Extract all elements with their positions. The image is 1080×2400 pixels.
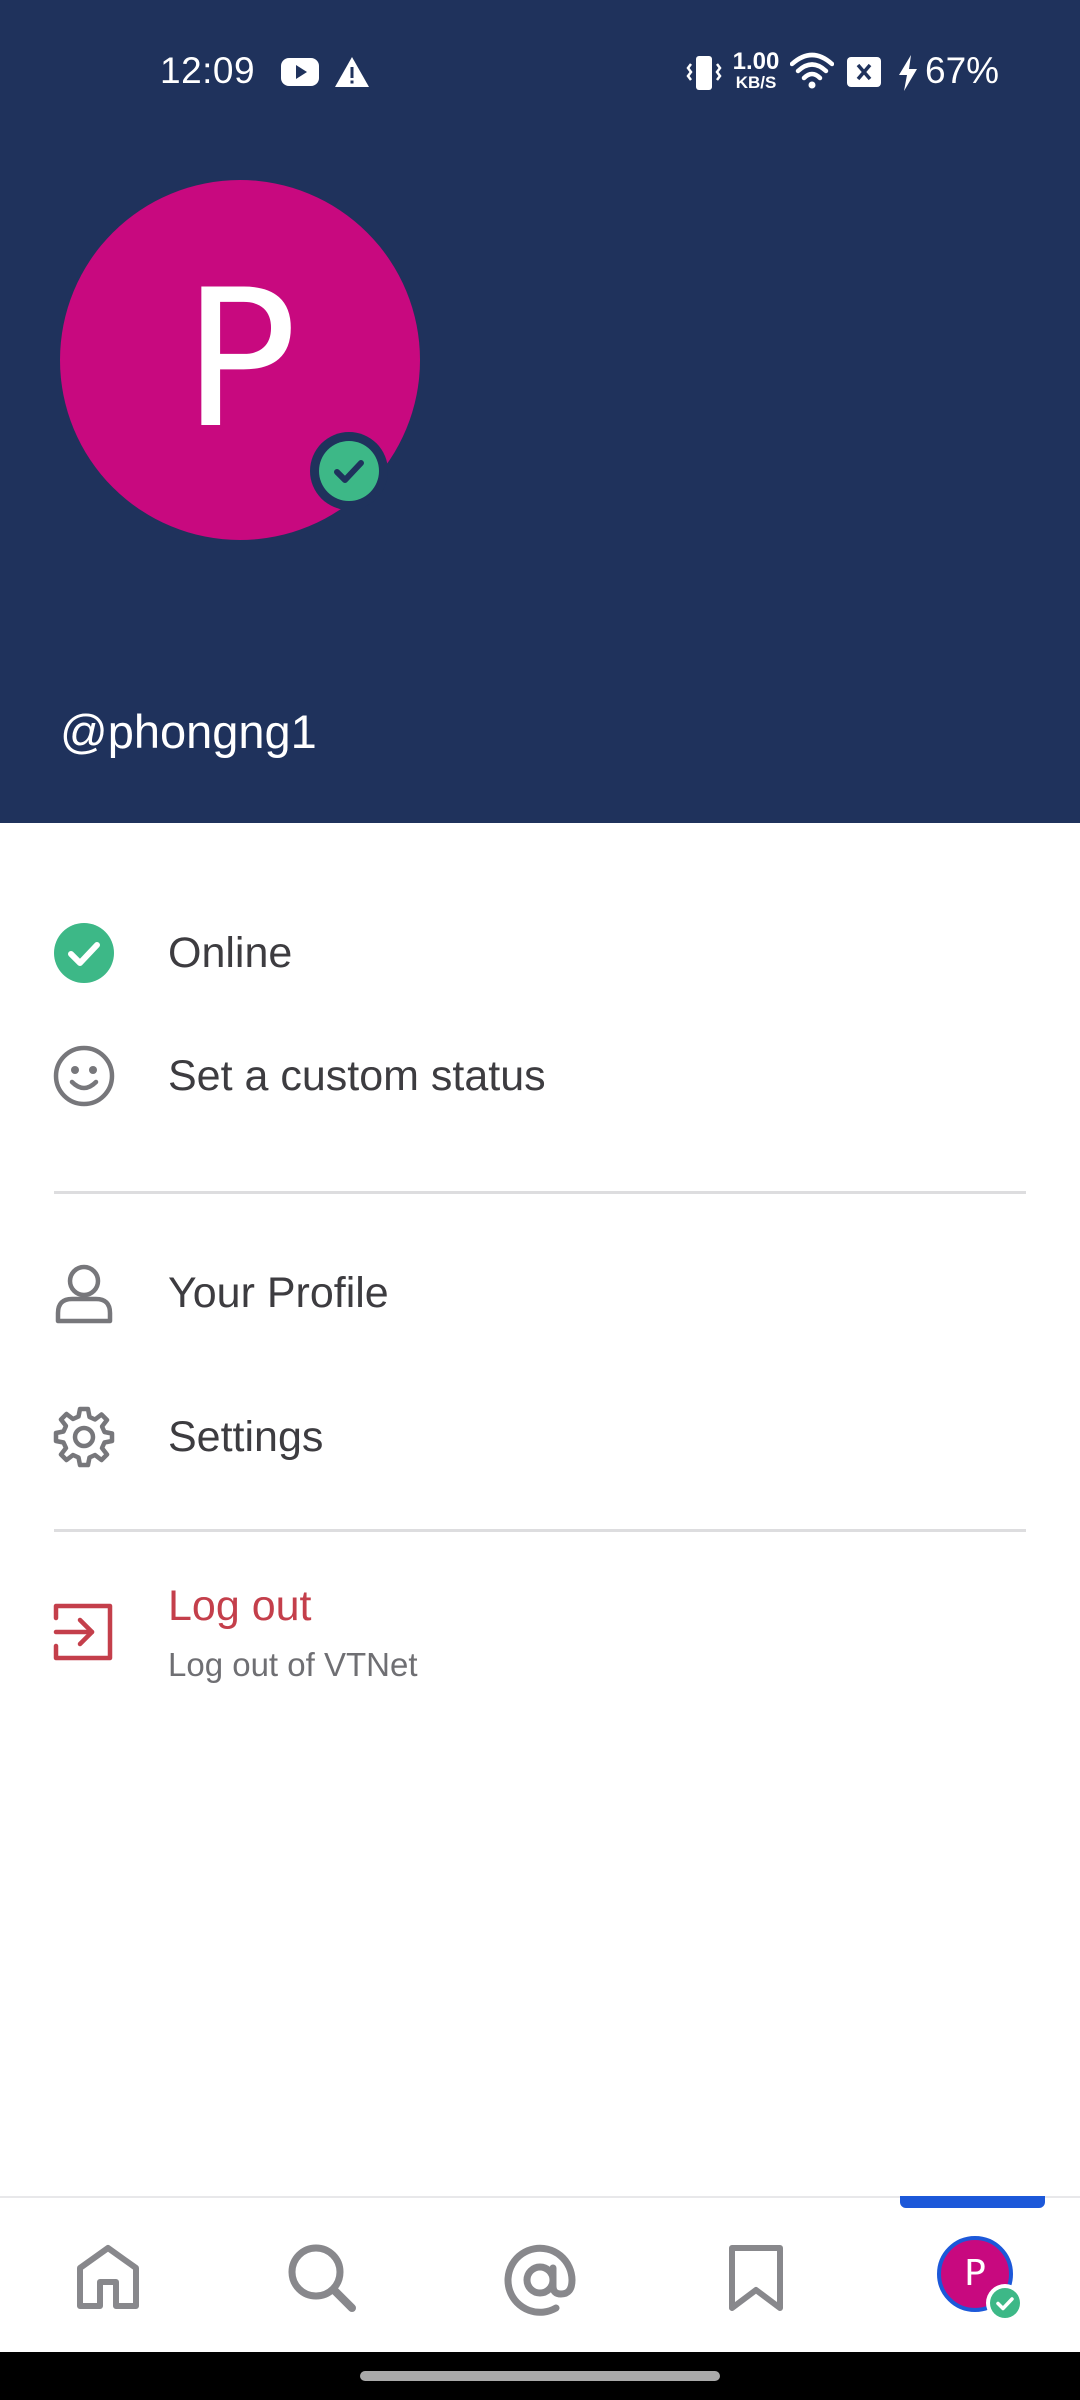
- user-icon: [55, 1264, 113, 1324]
- logout-subtitle: Log out of VTNet: [168, 1646, 418, 1683]
- nav-home[interactable]: [0, 2198, 216, 2354]
- active-tab-indicator: [900, 2196, 1045, 2208]
- username: @phongng1: [60, 705, 317, 758]
- home-gesture-handle[interactable]: [360, 2371, 720, 2381]
- menu-item-settings[interactable]: Settings: [0, 1389, 1080, 1484]
- account-status-badge: [986, 2284, 1024, 2322]
- warning-icon: [335, 57, 369, 87]
- nav-saved[interactable]: [648, 2198, 864, 2354]
- menu-item-your-profile[interactable]: Your Profile: [0, 1245, 1080, 1340]
- nav-mentions[interactable]: [432, 2198, 648, 2354]
- custom-status-label: Set a custom status: [168, 1052, 546, 1100]
- online-check-icon: [54, 923, 114, 983]
- net-speed: 1.00 KB/S: [730, 48, 782, 92]
- smiley-icon: [53, 1045, 115, 1107]
- search-icon: [288, 2244, 356, 2312]
- settings-label: Settings: [168, 1413, 324, 1461]
- logout-label: Log out: [168, 1582, 312, 1630]
- status-time: 12:09: [160, 50, 256, 91]
- profile-header: 12:09 1.00 KB/S 67% P @phongng1: [0, 0, 1080, 823]
- charging-icon: [899, 55, 917, 91]
- bookmark-icon: [729, 2245, 783, 2311]
- online-status-badge: [310, 432, 388, 510]
- logout-icon: [53, 1603, 113, 1661]
- youtube-icon: [281, 58, 319, 86]
- net-speed-value: 1.00: [732, 48, 780, 75]
- menu-item-logout[interactable]: Log out Log out of VTNet: [0, 1572, 1080, 1702]
- menu-item-online[interactable]: Online: [0, 905, 1080, 1000]
- net-speed-unit: KB/S: [735, 73, 777, 92]
- wifi-icon: [790, 52, 834, 89]
- nav-account[interactable]: P: [864, 2198, 1080, 2354]
- bottom-navigation: P: [0, 2196, 1080, 2352]
- mentions-icon: [504, 2244, 576, 2316]
- sim-off-icon: [847, 57, 881, 87]
- status-bar: 12:09 1.00 KB/S 67%: [0, 0, 1080, 145]
- home-icon: [77, 2245, 139, 2309]
- menu-item-custom-status[interactable]: Set a custom status: [0, 1028, 1080, 1123]
- system-gesture-bar: [0, 2352, 1080, 2400]
- check-icon: [990, 2288, 1020, 2318]
- battery-percent: 67%: [925, 50, 1000, 91]
- gear-icon: [53, 1406, 115, 1468]
- nav-search[interactable]: [216, 2198, 432, 2354]
- vibrate-icon: [686, 56, 722, 90]
- check-icon: [319, 441, 379, 501]
- online-label: Online: [168, 929, 293, 977]
- menu-divider: [54, 1529, 1026, 1532]
- menu-divider: [54, 1191, 1026, 1194]
- account-avatar-initial: P: [964, 2253, 986, 2294]
- your-profile-label: Your Profile: [168, 1269, 389, 1317]
